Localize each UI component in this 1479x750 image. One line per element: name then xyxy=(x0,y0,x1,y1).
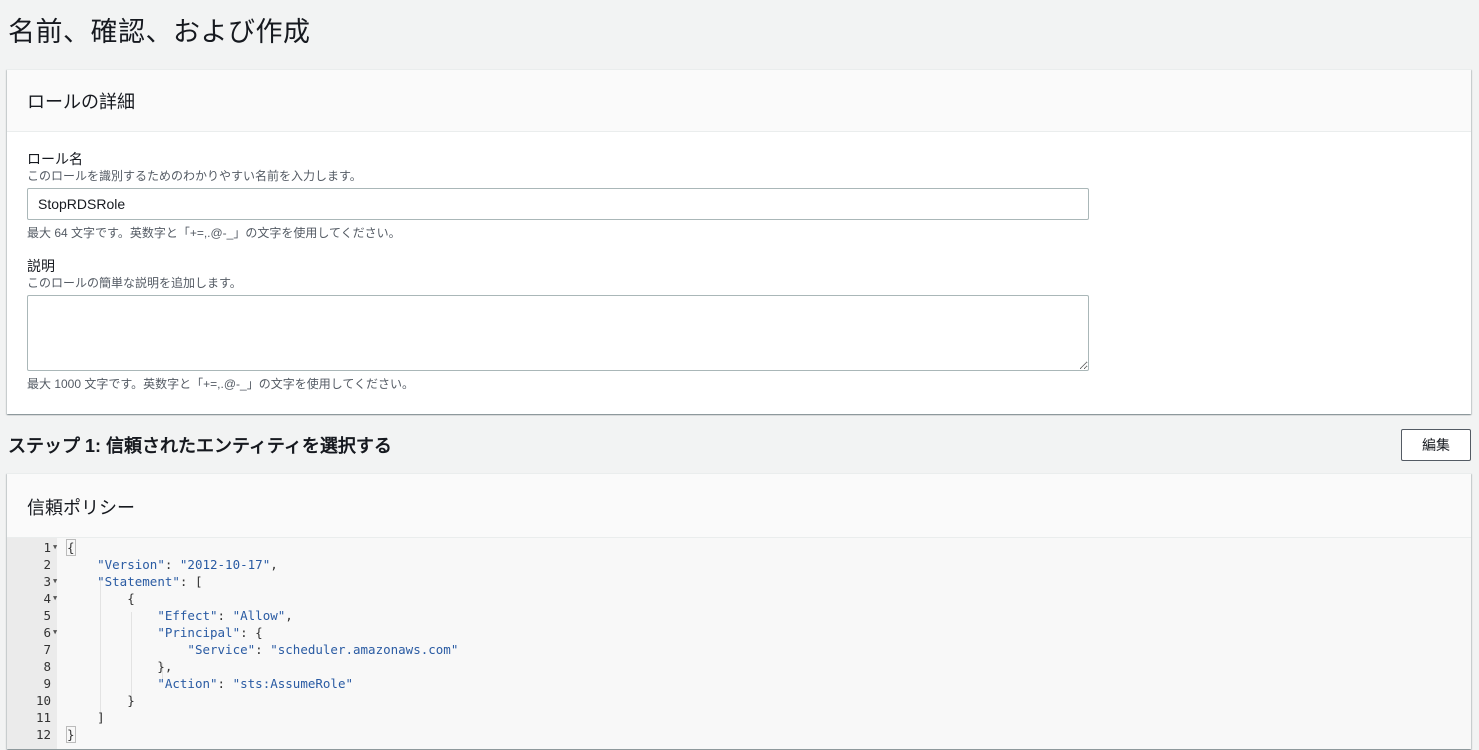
line-number: 10 xyxy=(35,693,51,708)
description-label: 説明 xyxy=(27,258,55,274)
line-number: 1 xyxy=(43,540,51,555)
code-text: "Statement": [ xyxy=(97,574,203,589)
line-number: 6 xyxy=(43,625,51,640)
code-text: "Version": "2012-10-17", xyxy=(97,557,278,572)
line-number: 11 xyxy=(35,710,51,725)
code-text: } xyxy=(66,726,76,743)
step1-title: ステップ 1: 信頼されたエンティティを選択する xyxy=(8,436,392,456)
code-text: "Principal": { xyxy=(157,625,263,640)
code-line: 9 "Action": "sts:AssumeRole" xyxy=(7,675,1471,692)
line-number: 7 xyxy=(43,642,51,657)
code-text: "Action": "sts:AssumeRole" xyxy=(157,676,354,691)
code-line: 2 "Version": "2012-10-17", xyxy=(7,556,1471,573)
fold-arrow-icon[interactable]: ▼ xyxy=(53,539,57,556)
code-text: ] xyxy=(67,710,105,725)
trust-policy-panel: 信頼ポリシー 1 ▼{2 "Version": "2012-10-17", 3 ▼ "… xyxy=(7,473,1471,749)
code-text: } xyxy=(67,693,135,708)
role-name-label: ロール名 xyxy=(27,151,83,167)
code-line: 7 "Service": "scheduler.amazonaws.com" xyxy=(7,641,1471,658)
role-name-field: ロール名 このロールを識別するためのわかりやすい名前を入力します。 最大 64 … xyxy=(27,150,1451,241)
code-line: 6 ▼ "Principal": { xyxy=(7,624,1471,641)
code-line: 3 ▼ "Statement": [ xyxy=(7,573,1471,590)
description-field: 説明 このロールの簡単な説明を追加します。 最大 1000 文字です。英数字と「… xyxy=(27,257,1451,392)
fold-arrow-icon[interactable]: ▼ xyxy=(53,573,57,590)
role-name-input[interactable] xyxy=(27,188,1089,220)
code-text: { xyxy=(67,591,135,606)
line-number: 2 xyxy=(43,557,51,572)
description-textarea[interactable] xyxy=(27,295,1089,371)
trust-policy-header: 信頼ポリシー xyxy=(7,474,1471,538)
create-role-page: 名前、確認、および作成 ロールの詳細 ロール名 このロールを識別するためのわかり… xyxy=(0,0,1479,750)
code-line: 4 ▼ { xyxy=(7,590,1471,607)
edit-button[interactable]: 編集 xyxy=(1401,429,1471,461)
role-details-header: ロールの詳細 xyxy=(7,70,1471,132)
fold-arrow-icon[interactable]: ▼ xyxy=(53,590,57,607)
page-title: 名前、確認、および作成 xyxy=(8,17,311,47)
line-number: 8 xyxy=(43,659,51,674)
line-number: 12 xyxy=(35,727,51,742)
policy-code-editor[interactable]: 1 ▼{2 "Version": "2012-10-17", 3 ▼ "Stateme… xyxy=(7,538,1471,749)
code-line: 8 }, xyxy=(7,658,1471,675)
line-number: 5 xyxy=(43,608,51,623)
line-number: 3 xyxy=(43,574,51,589)
code-line: 5 "Effect": "Allow", xyxy=(7,607,1471,624)
fold-arrow-icon[interactable]: ▼ xyxy=(53,624,57,641)
role-details-panel: ロールの詳細 ロール名 このロールを識別するためのわかりやすい名前を入力します。… xyxy=(7,69,1471,414)
code-text: "Service": "scheduler.amazonaws.com" xyxy=(187,642,459,657)
line-number: 4 xyxy=(43,591,51,606)
role-name-constraint: 最大 64 文字です。英数字と「+=,.@-_」の文字を使用してください。 xyxy=(27,226,401,240)
code-line: 1 ▼ { xyxy=(7,539,1471,556)
code-line: 12} xyxy=(7,726,1471,743)
code-text: "Effect": "Allow", xyxy=(157,608,293,623)
code-line: 11 ] xyxy=(7,709,1471,726)
line-number: 9 xyxy=(43,676,51,691)
code-line: 10 } xyxy=(7,692,1471,709)
role-name-description: このロールを識別するためのわかりやすい名前を入力します。 xyxy=(27,169,362,183)
description-help: このロールの簡単な説明を追加します。 xyxy=(27,276,242,290)
code-text: { xyxy=(66,539,76,556)
description-constraint: 最大 1000 文字です。英数字と「+=,.@-_」の文字を使用してください。 xyxy=(27,377,414,391)
code-text: }, xyxy=(67,659,173,674)
